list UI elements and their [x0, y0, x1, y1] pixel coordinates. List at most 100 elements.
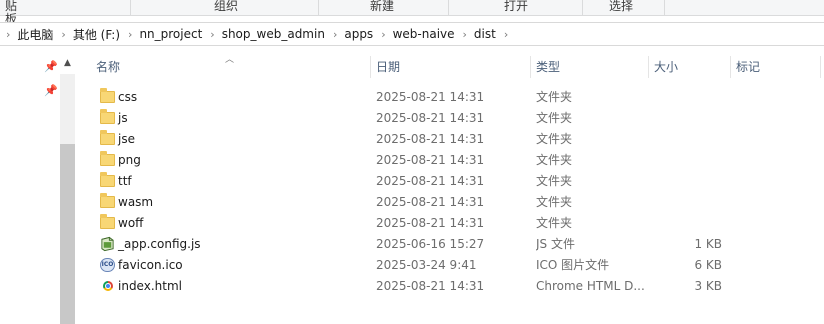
crumb-drive-f[interactable]: 其他 (F:)	[71, 26, 122, 43]
ribbon-group-open: 打开	[503, 0, 528, 13]
file-size	[654, 150, 722, 171]
file-size	[654, 108, 722, 129]
file-type: 文件夹	[536, 153, 573, 167]
file-name: png	[118, 153, 141, 167]
list-item[interactable]: ICO favicon.ico 2025-03-24 9:41 ICO 图片文件…	[80, 255, 824, 276]
list-item[interactable]: jse 2025-08-21 14:31 文件夹	[80, 129, 824, 150]
file-name: woff	[118, 216, 144, 230]
file-date: 2025-08-21 14:31	[376, 132, 485, 146]
file-type: JS 文件	[536, 237, 575, 251]
file-name: jse	[118, 132, 135, 146]
pin-icon[interactable]: 📌	[44, 85, 58, 97]
file-size: 1 KB	[694, 237, 722, 251]
folder-icon	[100, 214, 116, 231]
column-header-type[interactable]: 类型	[530, 52, 648, 82]
list-item[interactable]: wasm 2025-08-21 14:31 文件夹	[80, 192, 824, 213]
crumb-web-naive[interactable]: web-naive	[391, 27, 457, 41]
file-type: ICO 图片文件	[536, 258, 610, 272]
crumb-dist[interactable]: dist	[472, 27, 498, 41]
file-name: ttf	[118, 174, 132, 188]
file-date: 2025-08-21 14:31	[376, 90, 485, 104]
chevron-right-icon[interactable]: ›	[204, 28, 219, 41]
list-item[interactable]: js 2025-08-21 14:31 文件夹	[80, 108, 824, 129]
file-size: 3 KB	[694, 279, 722, 293]
pin-icon[interactable]: 📌	[44, 61, 58, 73]
file-list: ︿ 名称 日期 类型 大小 标记 css 2025-08-21 14:31 文件…	[80, 52, 824, 324]
ribbon-divider	[130, 0, 131, 16]
file-type: 文件夹	[536, 111, 573, 125]
file-size	[654, 87, 722, 108]
file-size	[654, 192, 722, 213]
nav-scrollbar-thumb[interactable]	[60, 144, 75, 324]
breadcrumb: › 此电脑 › 其他 (F:) › nn_project › shop_web_…	[0, 23, 513, 45]
file-date: 2025-08-21 14:31	[376, 111, 485, 125]
ribbon-divider	[448, 0, 449, 16]
file-type: Chrome HTML D...	[536, 279, 644, 293]
file-size: 6 KB	[694, 258, 722, 272]
crumb-nn-project[interactable]: nn_project	[137, 27, 204, 41]
crumb-apps[interactable]: apps	[342, 27, 375, 41]
chevron-right-icon[interactable]: ›	[457, 28, 472, 41]
address-bar[interactable]: › 此电脑 › 其他 (F:) › nn_project › shop_web_…	[0, 22, 824, 46]
file-type: 文件夹	[536, 132, 573, 146]
ribbon-divider	[664, 0, 665, 16]
file-type: 文件夹	[536, 90, 573, 104]
column-divider[interactable]	[820, 56, 821, 78]
list-item[interactable]: png 2025-08-21 14:31 文件夹	[80, 150, 824, 171]
chevron-right-icon[interactable]: ›	[0, 28, 15, 41]
chrome-html-icon	[100, 278, 116, 294]
file-date: 2025-06-16 15:27	[376, 237, 485, 251]
file-date: 2025-08-21 14:31	[376, 174, 485, 188]
file-date: 2025-08-21 14:31	[376, 195, 485, 209]
ribbon-group-new: 新建	[369, 0, 394, 13]
file-name: favicon.ico	[118, 258, 183, 272]
chevron-right-icon[interactable]: ›	[122, 28, 137, 41]
file-type: 文件夹	[536, 195, 573, 209]
ribbon-group-organize: 组织	[213, 0, 238, 13]
file-type: 文件夹	[536, 174, 573, 188]
chevron-right-icon[interactable]: ›	[498, 28, 513, 41]
chevron-right-icon[interactable]: ›	[375, 28, 390, 41]
folder-icon	[100, 151, 116, 168]
folder-icon	[100, 172, 116, 189]
file-name: js	[118, 111, 128, 125]
column-header-size[interactable]: 大小	[648, 52, 730, 82]
ribbon-group-labels: 贴板 组织 新建 打开 选择	[0, 0, 824, 26]
list-item[interactable]: css 2025-08-21 14:31 文件夹	[80, 87, 824, 108]
folder-icon	[100, 193, 116, 210]
ribbon-divider	[582, 0, 583, 16]
file-name: index.html	[118, 279, 182, 293]
file-date: 2025-08-21 14:31	[376, 153, 485, 167]
file-name: css	[118, 90, 138, 104]
file-size	[654, 129, 722, 150]
list-item[interactable]: index.html 2025-08-21 14:31 Chrome HTML …	[80, 276, 824, 297]
file-size	[654, 213, 722, 234]
file-date: 2025-08-21 14:31	[376, 216, 485, 230]
file-date: 2025-03-24 9:41	[376, 258, 477, 272]
folder-icon	[100, 109, 116, 126]
ico-file-icon: ICO	[100, 257, 116, 273]
ribbon-group-select: 选择	[608, 0, 633, 13]
list-item[interactable]: ttf 2025-08-21 14:31 文件夹	[80, 171, 824, 192]
ribbon-group-clipboard: 贴板	[4, 0, 17, 26]
column-header-row: ︿ 名称 日期 类型 大小 标记	[80, 52, 824, 82]
column-header-tags[interactable]: 标记	[730, 52, 820, 82]
file-date: 2025-08-21 14:31	[376, 279, 485, 293]
file-type: 文件夹	[536, 216, 573, 230]
file-size	[654, 171, 722, 192]
column-header-date[interactable]: 日期	[370, 52, 530, 82]
column-header-name[interactable]: 名称	[90, 52, 370, 82]
list-item[interactable]: _app.config.js 2025-06-16 15:27 JS 文件 1 …	[80, 234, 824, 255]
crumb-this-pc[interactable]: 此电脑	[15, 26, 55, 43]
chevron-right-icon[interactable]: ›	[55, 28, 70, 41]
crumb-shop-web-admin[interactable]: shop_web_admin	[220, 27, 327, 41]
folder-icon	[100, 88, 116, 105]
file-name: _app.config.js	[118, 237, 201, 251]
file-name: wasm	[118, 195, 154, 209]
chevron-up-icon[interactable]: ▲	[61, 56, 74, 70]
folder-icon	[100, 130, 116, 147]
list-item[interactable]: woff 2025-08-21 14:31 文件夹	[80, 213, 824, 234]
js-file-icon	[100, 236, 116, 252]
chevron-right-icon[interactable]: ›	[327, 28, 342, 41]
ribbon-divider	[318, 0, 319, 16]
